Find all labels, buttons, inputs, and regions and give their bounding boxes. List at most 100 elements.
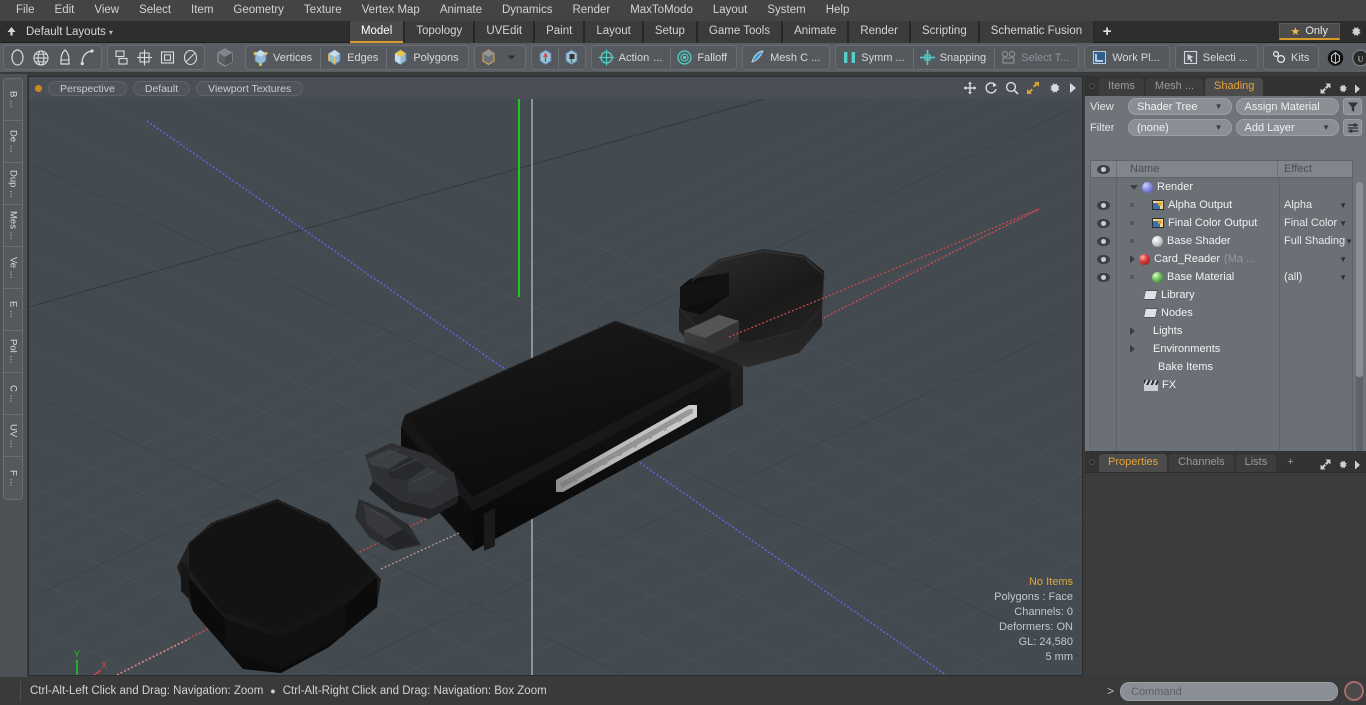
left-tab-duplicate[interactable]: Dup ... <box>4 163 22 205</box>
chevron-right-icon[interactable] <box>1130 345 1135 353</box>
pivot-a-icon[interactable] <box>534 46 557 69</box>
tree-row-lights[interactable]: Lights <box>1091 322 1352 340</box>
work-plane-button[interactable]: Work Pl... <box>1087 46 1166 69</box>
expand-icon[interactable] <box>1320 459 1331 470</box>
gear-icon[interactable] <box>1047 81 1061 95</box>
tab-setup[interactable]: Setup <box>642 20 697 43</box>
tree-row-fx[interactable]: FX <box>1091 376 1352 394</box>
assign-material-button[interactable]: Assign Material <box>1235 98 1339 115</box>
menu-item-vertex-map[interactable]: Vertex Map <box>352 0 430 21</box>
tab-game-tools[interactable]: Game Tools <box>696 20 783 43</box>
mode-edges-button[interactable]: Edges <box>322 46 385 69</box>
left-tab-deform[interactable]: De ... <box>4 121 22 163</box>
left-tab-uv[interactable]: UV ... <box>4 415 22 457</box>
ellipse-icon[interactable] <box>179 46 202 69</box>
menu-item-item[interactable]: Item <box>181 0 223 21</box>
viewport-preset-dropdown[interactable]: Default <box>132 80 191 96</box>
tab-scripting[interactable]: Scripting <box>909 20 979 43</box>
play-arrow-icon[interactable] <box>1068 82 1078 94</box>
tab-paint[interactable]: Paint <box>534 20 585 43</box>
add-panel-tab-button[interactable]: + <box>1278 454 1302 472</box>
menu-item-texture[interactable]: Texture <box>294 0 352 21</box>
tree-row-bake-items[interactable]: Bake Items <box>1091 358 1352 376</box>
select-through-button[interactable]: Select T... <box>996 46 1076 69</box>
viewport-projection-dropdown[interactable]: Perspective <box>48 80 127 96</box>
menu-item-file[interactable]: File <box>6 0 45 21</box>
tab-topology[interactable]: Topology <box>404 20 475 43</box>
tab-items[interactable]: Items <box>1099 78 1144 96</box>
tab-channels[interactable]: Channels <box>1169 454 1234 472</box>
unreal-icon[interactable]: U <box>1349 46 1366 69</box>
tab-layout[interactable]: Layout <box>584 20 643 43</box>
list-options-icon[interactable] <box>1343 119 1362 136</box>
chevron-right-icon[interactable] <box>1130 255 1135 263</box>
visibility-toggle[interactable] <box>1091 272 1116 282</box>
menu-item-system[interactable]: System <box>757 0 815 21</box>
tab-lists[interactable]: Lists <box>1235 454 1277 472</box>
pen-icon[interactable] <box>53 46 76 69</box>
tree-row-base-material[interactable]: Base Material (all) ▼ <box>1091 268 1352 286</box>
add-tab-button[interactable]: + <box>1094 21 1120 43</box>
visibility-toggle[interactable] <box>1091 236 1116 246</box>
selection-button[interactable]: Selecti ... <box>1178 46 1255 69</box>
menu-item-help[interactable]: Help <box>816 0 860 21</box>
left-tab-vertex[interactable]: Ve ... <box>4 247 22 289</box>
3d-viewport[interactable]: Perspective Default Viewport Textures Y … <box>28 76 1083 676</box>
left-tab-polygon[interactable]: Pol ... <box>4 331 22 373</box>
tab-animate[interactable]: Animate <box>782 20 849 43</box>
viewport-shading-dropdown[interactable]: Viewport Textures <box>196 80 304 96</box>
tab-properties[interactable]: Properties <box>1099 454 1168 472</box>
tab-mesh[interactable]: Mesh ... <box>1145 78 1204 96</box>
menu-item-view[interactable]: View <box>84 0 129 21</box>
panel-menu-dot[interactable] <box>1085 76 1099 96</box>
frame-icon[interactable] <box>156 46 179 69</box>
filter-funnel-icon[interactable] <box>1343 98 1362 115</box>
left-tab-fur[interactable]: F ... <box>4 457 22 499</box>
expand-icon[interactable] <box>1320 83 1331 94</box>
gear-icon[interactable] <box>1337 459 1348 470</box>
tree-row-base-shader[interactable]: Base Shader Full Shading ▼ <box>1091 232 1352 250</box>
record-circle-icon[interactable] <box>1344 681 1364 701</box>
tree-row-card-reader[interactable]: Card_Reader (Ma ... ▼ <box>1091 250 1352 268</box>
visibility-toggle[interactable] <box>1091 254 1116 264</box>
panel-menu-dot[interactable] <box>1085 452 1099 472</box>
curve-icon[interactable] <box>76 46 99 69</box>
effect-dropdown[interactable]: Final Color ▼ <box>1278 217 1352 229</box>
effect-dropdown[interactable]: (all) ▼ <box>1278 271 1352 283</box>
visibility-toggle[interactable] <box>1091 200 1116 210</box>
tree-row-nodes[interactable]: Nodes <box>1091 304 1352 322</box>
tab-uvedit[interactable]: UVEdit <box>474 20 535 43</box>
center-icon[interactable] <box>133 46 156 69</box>
mirror-icon[interactable] <box>110 46 133 69</box>
left-tab-mesh[interactable]: Mes ... <box>4 205 22 247</box>
filter-dropdown[interactable]: (none) ▼ <box>1128 119 1232 136</box>
move-icon[interactable] <box>963 81 977 95</box>
gear-icon[interactable] <box>1344 21 1366 43</box>
falloff-button[interactable]: Falloff <box>672 46 734 69</box>
chevron-down-icon[interactable] <box>1130 184 1138 190</box>
modo-icon[interactable] <box>1324 46 1347 69</box>
effect-dropdown[interactable]: ▼ <box>1278 255 1352 264</box>
tree-row-environments[interactable]: Environments <box>1091 340 1352 358</box>
command-input[interactable]: Command <box>1120 681 1338 701</box>
tab-shading[interactable]: Shading <box>1205 78 1264 96</box>
rotate-icon[interactable] <box>984 81 998 95</box>
mode-polygons-button[interactable]: Polygons <box>388 46 465 69</box>
item-cube-icon[interactable] <box>477 46 500 69</box>
mode-vertices-button[interactable]: Vertices <box>248 46 319 69</box>
kits-button[interactable]: Kits <box>1266 46 1316 69</box>
shader-tree-scrollbar[interactable] <box>1356 182 1363 459</box>
tab-model[interactable]: Model <box>348 20 405 43</box>
circle-icon[interactable] <box>6 46 29 69</box>
snapping-button[interactable]: Snapping <box>915 46 994 69</box>
menu-item-render[interactable]: Render <box>562 0 620 21</box>
tab-schematic-fusion[interactable]: Schematic Fusion <box>978 20 1095 43</box>
menu-item-edit[interactable]: Edit <box>45 0 85 21</box>
globe-icon[interactable] <box>29 46 53 69</box>
effect-dropdown[interactable]: Alpha ▼ <box>1278 199 1352 211</box>
symmetry-button[interactable]: Symm ... <box>838 46 911 69</box>
left-tab-basic[interactable]: B ... <box>4 79 22 121</box>
tree-row-library[interactable]: Library <box>1091 286 1352 304</box>
item-mode-chevron-down-icon[interactable] <box>500 46 523 69</box>
viewport-canvas[interactable]: Y X Z <box>29 99 1082 675</box>
